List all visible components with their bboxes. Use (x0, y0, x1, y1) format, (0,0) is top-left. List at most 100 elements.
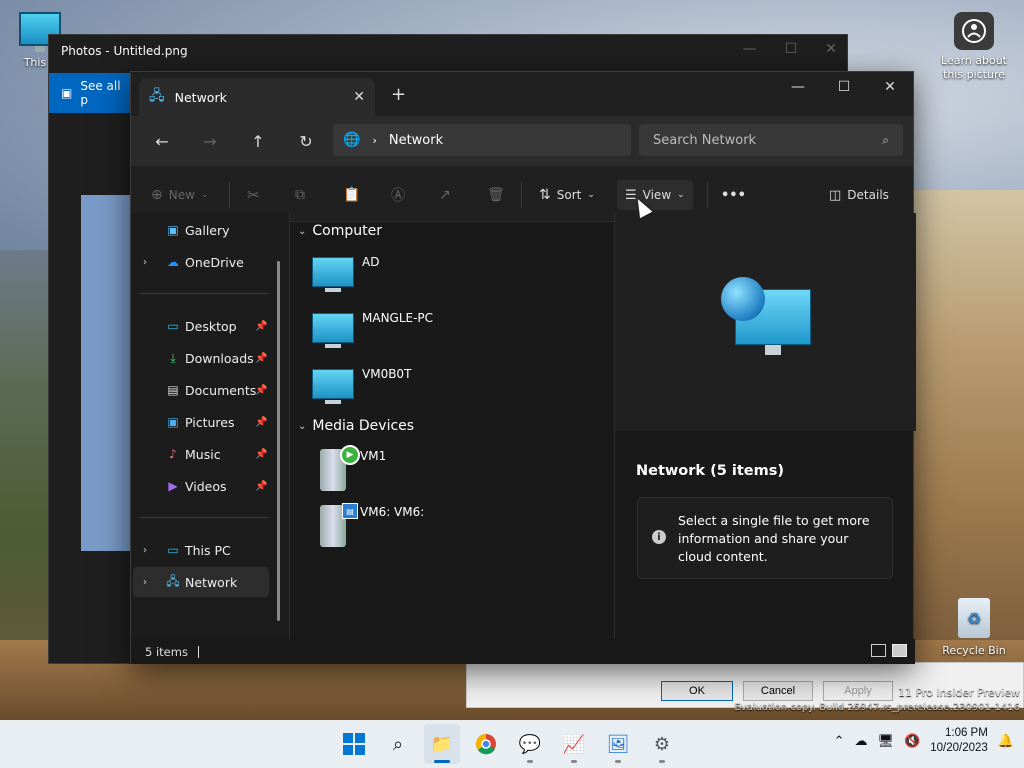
back-button[interactable]: ← (141, 124, 183, 158)
search-input[interactable]: Search Network ⌕ (639, 124, 903, 156)
sidebar-item-gallery[interactable]: ▣ Gallery (133, 215, 269, 245)
close-icon[interactable]: ✕ (825, 41, 837, 57)
apply-button[interactable]: Apply (823, 681, 893, 701)
globe-icon: 🌐 (343, 132, 361, 148)
more-options-button[interactable]: ••• (721, 180, 746, 210)
cancel-button[interactable]: Cancel (743, 681, 813, 701)
chevron-right-icon[interactable]: › (372, 134, 376, 147)
pictures-icon: ▣ (167, 415, 179, 429)
pin-icon[interactable]: 📌 (255, 417, 267, 428)
list-item[interactable]: ▤ VM6: VM6: (312, 503, 424, 547)
forward-button[interactable]: → (189, 124, 231, 158)
taskbar-feedback-hub[interactable]: 💬 (512, 724, 548, 764)
pin-icon[interactable]: 📌 (255, 321, 267, 332)
list-item[interactable]: VM0B0T (312, 367, 411, 404)
paste-button[interactable]: 📋 (343, 180, 360, 210)
chevron-down-icon: ⌄ (298, 420, 307, 432)
sidebar-item-onedrive[interactable]: › ☁ OneDrive (133, 247, 269, 277)
details-pane-button[interactable]: ◫ Details (829, 180, 889, 210)
new-tab-button[interactable]: + (391, 84, 406, 105)
taskbar-task-manager[interactable]: 📈 (556, 724, 592, 764)
new-label: New (168, 188, 195, 202)
group-header-computer[interactable]: ⌄ Computer (298, 223, 382, 239)
pin-icon[interactable]: 📌 (255, 449, 267, 460)
taskbar-file-explorer[interactable]: 📁 (424, 724, 460, 764)
up-button[interactable]: ↑ (237, 124, 279, 158)
taskbar-photos[interactable]: 🖼 (600, 724, 636, 764)
image-icon: ▣ (61, 86, 73, 100)
watermark-build: Evaluation copy. Build 25947.rs_prerelea… (734, 702, 1020, 713)
desktop-icon-recycle-bin[interactable]: ♻ Recycle Bin (934, 598, 1014, 657)
address-segment[interactable]: Network (389, 133, 443, 148)
cloud-icon: ☁ (167, 255, 179, 269)
search-button[interactable]: ⌕ (380, 724, 416, 764)
start-button[interactable] (336, 724, 372, 764)
pin-icon[interactable]: 📌 (255, 385, 267, 396)
onedrive-tray-icon[interactable]: ☁ (855, 733, 868, 749)
nav-divider (139, 293, 269, 294)
pin-icon[interactable]: 📌 (255, 481, 267, 492)
refresh-button[interactable]: ↻ (285, 124, 327, 158)
sidebar-item-desktop[interactable]: ▭ Desktop 📌 (133, 311, 269, 341)
copy-button[interactable]: ⧉ (295, 180, 305, 210)
chevron-right-icon[interactable]: › (143, 257, 147, 268)
tab-network[interactable]: 🖧 Network ✕ (139, 78, 375, 116)
nav-scrollbar[interactable] (277, 261, 280, 621)
delete-button[interactable]: 🗑 (487, 180, 505, 210)
minimize-icon[interactable]: — (775, 72, 821, 102)
cut-button[interactable]: ✂ (247, 180, 260, 210)
gear-icon: ⚙ (653, 733, 671, 755)
sidebar-item-label: Pictures (185, 414, 235, 430)
taskbar-settings[interactable]: ⚙ (644, 724, 680, 764)
sidebar-item-this-pc[interactable]: › ▭ This PC (133, 535, 269, 565)
chevron-right-icon[interactable]: › (143, 577, 147, 588)
clipboard-icon: 📋 (343, 187, 361, 203)
share-button[interactable]: ↗ (439, 180, 451, 210)
ok-button[interactable]: OK (661, 681, 733, 701)
list-item[interactable]: MANGLE-PC (312, 311, 433, 348)
group-header-media-devices[interactable]: ⌄ Media Devices (298, 418, 414, 434)
large-icons-view-icon[interactable] (892, 644, 907, 657)
sidebar-item-videos[interactable]: ▶ Videos 📌 (133, 471, 269, 501)
sort-button[interactable]: ⇅ Sort ⌄ (539, 180, 595, 210)
sidebar-item-label: Documents (185, 382, 257, 398)
volume-muted-icon[interactable]: 🔇 (904, 733, 920, 749)
list-item[interactable]: AD (312, 255, 379, 292)
pin-icon[interactable]: 📌 (255, 353, 267, 364)
sidebar-item-label: Music (185, 446, 221, 462)
desktop-icon-learn-about-picture[interactable]: Learn about this picture (934, 12, 1014, 82)
file-list: ⌄ Computer AD MANGLE-PC VM0B0T ⌄ Media D… (289, 213, 614, 639)
taskbar-chrome[interactable] (468, 724, 504, 764)
sidebar-item-music[interactable]: ♪ Music 📌 (133, 439, 269, 469)
chevron-up-icon[interactable]: ⌃ (834, 733, 845, 749)
address-bar[interactable]: 🌐 › Network (333, 124, 631, 156)
clock[interactable]: 1:06 PM 10/20/2023 (930, 726, 988, 756)
maximize-icon[interactable]: ☐ (785, 41, 798, 57)
view-button[interactable]: ☰ View ⌄ (617, 180, 693, 210)
sidebar-item-downloads[interactable]: ⤓ Downloads 📌 (133, 343, 269, 373)
gallery-icon: ▣ (167, 223, 179, 237)
bell-icon[interactable]: 🔔 (998, 733, 1014, 749)
sidebar-item-label: This PC (185, 542, 231, 558)
see-all-photos-button[interactable]: ▣ See all p (49, 73, 131, 113)
chevron-right-icon[interactable]: › (143, 545, 147, 556)
status-bar: 5 items (131, 639, 915, 664)
close-tab-icon[interactable]: ✕ (353, 89, 365, 105)
details-view-icon[interactable] (871, 644, 886, 657)
computer-icon (312, 257, 354, 292)
maximize-icon[interactable]: ☐ (821, 72, 867, 102)
rename-button[interactable]: Ⓐ (391, 180, 405, 210)
sidebar-item-network[interactable]: › 🖧 Network (133, 567, 269, 597)
sidebar-item-documents[interactable]: ▤ Documents 📌 (133, 375, 269, 405)
network-tray-icon[interactable]: 🖥 (878, 733, 895, 749)
search-icon: ⌕ (882, 132, 889, 147)
item-count: 5 items (145, 644, 188, 659)
file-explorer-window[interactable]: 🖧 Network ✕ + — ☐ ✕ ← → ↑ ↻ 🌐 › Network … (130, 71, 916, 664)
minimize-icon[interactable]: — (743, 41, 757, 57)
sidebar-item-pictures[interactable]: ▣ Pictures 📌 (133, 407, 269, 437)
new-button[interactable]: ⊕ New ⌄ (151, 180, 208, 210)
network-icon: 🖧 (166, 573, 180, 588)
list-item[interactable]: ▶ VM1 (312, 445, 386, 491)
view-label: View (642, 188, 672, 202)
close-icon[interactable]: ✕ (867, 72, 913, 102)
